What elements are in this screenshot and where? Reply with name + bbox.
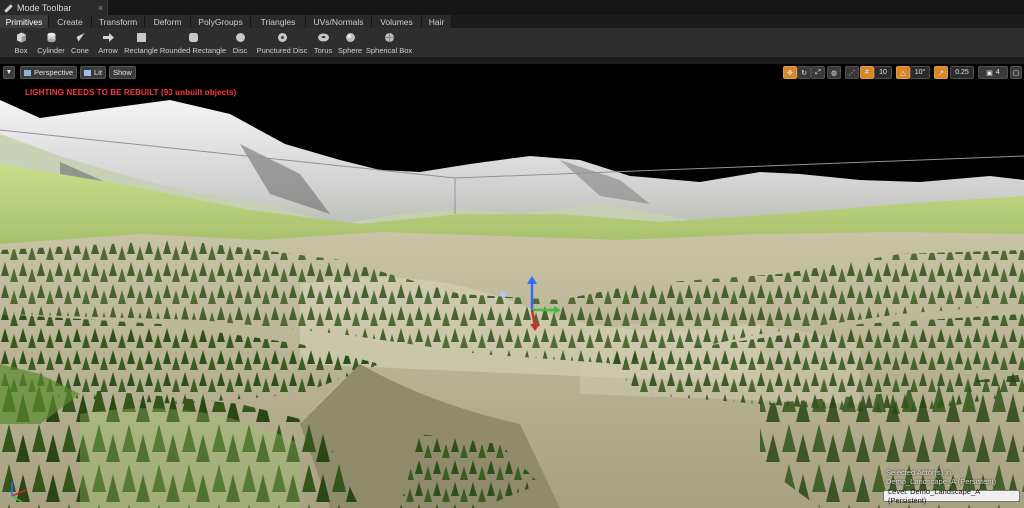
tab-volumes[interactable]: Volumes <box>372 15 422 28</box>
coordinate-system-button[interactable]: ◍ <box>827 66 841 79</box>
grid-snap-value[interactable]: 10 <box>874 66 892 79</box>
spherical-box-button[interactable]: Spherical Box <box>366 28 412 58</box>
tool-label: Cone <box>71 46 89 55</box>
current-level-indicator: Level: Demo_Landscape_A (Persistent) <box>883 487 1020 505</box>
primitives-toolbar: Box Cylinder Cone Arrow Rectangle Rounde… <box>0 28 1024 58</box>
torus-icon <box>316 31 330 43</box>
camera-speed-value: 4 <box>995 69 1000 76</box>
level-viewport[interactable]: ▼ Perspective Lit Show ✥ ↻ ⤢ ◍ ⋰ # 10 △ … <box>0 64 1024 508</box>
lighting-warning: LIGHTING NEEDS TO BE REBUILT (93 unbuilt… <box>25 88 237 97</box>
cone-button[interactable]: Cone <box>68 28 92 58</box>
rounded-rectangle-icon <box>186 31 200 43</box>
surface-snap-button[interactable]: ⋰ <box>845 66 859 79</box>
tool-label: Rectangle <box>124 46 158 55</box>
tab-polygroups[interactable]: PolyGroups <box>191 15 251 28</box>
tool-label: Torus <box>313 46 333 55</box>
tab-title: Mode Toolbar <box>17 3 72 13</box>
selected-actor-line1: Selected Actor(s) in: <box>886 468 954 477</box>
rectangle-button[interactable]: Rectangle <box>124 28 158 58</box>
angle-icon: △ <box>900 69 906 77</box>
rotation-snap-toggle[interactable]: △ <box>896 66 910 79</box>
tab-deform[interactable]: Deform <box>145 15 191 28</box>
rectangle-icon <box>134 31 148 43</box>
close-icon[interactable]: × <box>98 3 103 13</box>
window-title-bar: Mode Toolbar × <box>0 0 1024 16</box>
maximize-icon: ▢ <box>1012 69 1020 77</box>
disc-icon <box>233 31 247 43</box>
mode-toolbar-tab[interactable]: Mode Toolbar × <box>0 0 108 16</box>
cylinder-icon <box>44 31 58 43</box>
tool-label: Sphere <box>337 46 363 55</box>
translate-mode-button[interactable]: ✥ <box>783 66 797 79</box>
tab-primitives[interactable]: Primitives <box>0 15 49 28</box>
arrow-icon <box>101 31 115 43</box>
tab-create[interactable]: Create <box>49 15 92 28</box>
scale-mode-button[interactable]: ⤢ <box>811 66 825 79</box>
perspective-label: Perspective <box>34 68 74 77</box>
tool-label: Rounded Rectangle <box>159 46 227 55</box>
disc-button[interactable]: Disc <box>230 28 250 58</box>
wrench-icon <box>4 4 13 13</box>
tool-label: Spherical Box <box>365 46 413 55</box>
globe-icon: ◍ <box>830 69 838 77</box>
grid-icon: # <box>865 69 869 76</box>
tab-triangles[interactable]: Triangles <box>251 15 306 28</box>
tab-hair[interactable]: Hair <box>422 15 452 28</box>
scale-icon: ⤢ <box>815 68 821 76</box>
cylinder-button[interactable]: Cylinder <box>36 28 66 58</box>
selected-actor-line2: Demo_Landscape_A (Persistent) <box>886 477 997 486</box>
show-label: Show <box>113 68 132 77</box>
cone-icon <box>73 31 87 43</box>
show-button[interactable]: Show <box>109 66 136 79</box>
arrow-button[interactable]: Arrow <box>96 28 120 58</box>
torus-button[interactable]: Torus <box>312 28 334 58</box>
punctured-disc-icon <box>275 31 289 43</box>
rotate-icon: ↻ <box>801 69 807 77</box>
tool-label: Box <box>14 46 28 55</box>
grid-snap-toggle[interactable]: # <box>860 66 874 79</box>
lit-icon <box>84 69 91 76</box>
tab-uvs-normals[interactable]: UVs/Normals <box>306 15 372 28</box>
rotation-snap-value[interactable]: 10° <box>910 66 930 79</box>
perspective-icon <box>24 69 31 76</box>
perspective-button[interactable]: Perspective <box>20 66 78 79</box>
sphere-button[interactable]: Sphere <box>338 28 362 58</box>
viewport-options-button[interactable]: ▼ <box>3 66 15 79</box>
camera-icon: ▣ <box>986 69 993 77</box>
tool-label: Disc <box>232 46 248 55</box>
selected-actor-info: Selected Actor(s) in: Demo_Landscape_A (… <box>886 468 996 486</box>
punctured-disc-button[interactable]: Punctured Disc <box>257 28 307 58</box>
spherical-box-icon <box>382 31 396 43</box>
tool-label: Punctured Disc <box>256 46 308 55</box>
box-icon <box>14 31 28 43</box>
scale-snap-toggle[interactable]: ↗ <box>934 66 948 79</box>
landscape-scene[interactable] <box>0 64 1024 508</box>
tab-transform[interactable]: Transform <box>92 15 145 28</box>
lit-button[interactable]: Lit <box>80 66 106 79</box>
maximize-viewport-button[interactable]: ▢ <box>1010 66 1022 79</box>
rounded-rectangle-button[interactable]: Rounded Rectangle <box>159 28 227 58</box>
tool-label: Arrow <box>98 46 118 55</box>
scale-snap-icon: ↗ <box>938 69 944 77</box>
surface-snap-icon: ⋰ <box>848 69 856 77</box>
chevron-down-icon: ▼ <box>5 69 13 76</box>
box-button[interactable]: Box <box>9 28 33 58</box>
rotate-mode-button[interactable]: ↻ <box>797 66 811 79</box>
tool-label: Cylinder <box>37 46 65 55</box>
category-tabs: Primitives Create Transform Deform PolyG… <box>0 15 1024 28</box>
sphere-icon <box>343 31 357 43</box>
scale-snap-value[interactable]: 0.25 <box>950 66 974 79</box>
translate-icon: ✥ <box>787 69 793 77</box>
camera-speed-button[interactable]: ▣ 4 <box>978 66 1008 79</box>
lit-label: Lit <box>94 68 102 77</box>
